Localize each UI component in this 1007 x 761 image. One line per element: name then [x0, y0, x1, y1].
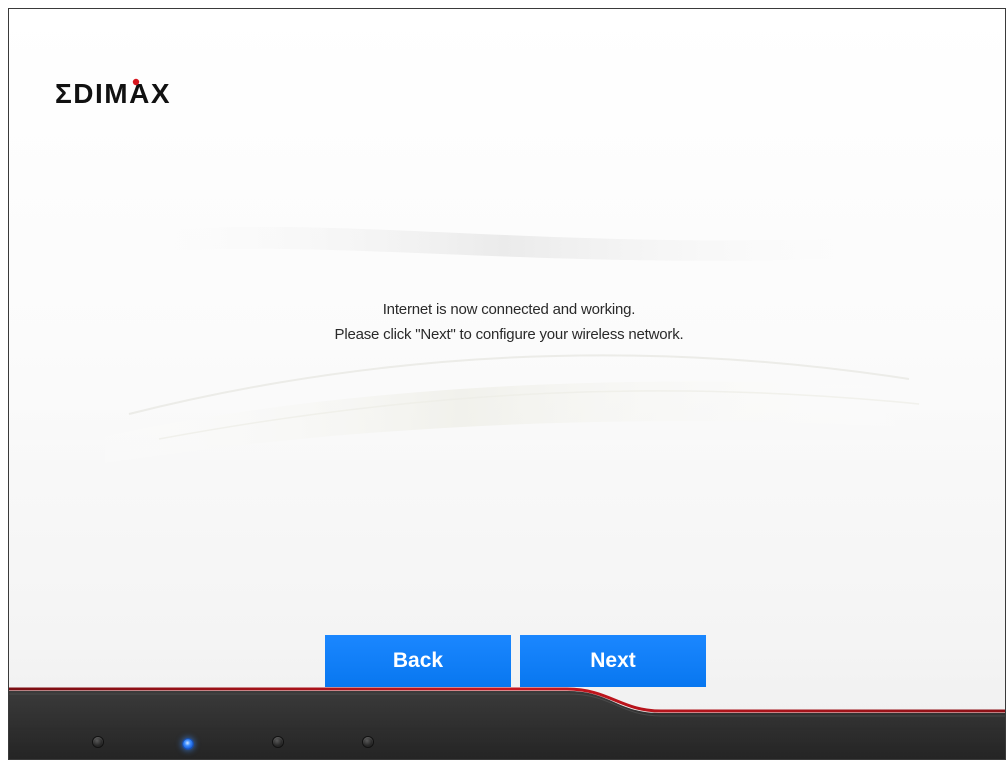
logo-accent-dot [132, 78, 140, 86]
progress-step-4-indicator [363, 737, 373, 747]
edimax-logo: ΣDIMAX [55, 78, 171, 109]
message-line-connected: Internet is now connected and working. [382, 301, 636, 318]
progress-step-1-indicator [93, 737, 103, 747]
footer-bar [9, 687, 1005, 759]
status-message: Internet is now connected and working. P… [259, 299, 759, 345]
svg-text:ΣDIMAX: ΣDIMAX [55, 78, 171, 109]
progress-step-2-indicator-active [183, 739, 193, 749]
message-line-instruction: Please click "Next" to configure your wi… [334, 326, 684, 343]
progress-step-3-indicator [273, 737, 283, 747]
setup-wizard-window: ΣDIMAX Internet is now connected and wor… [8, 8, 1006, 760]
